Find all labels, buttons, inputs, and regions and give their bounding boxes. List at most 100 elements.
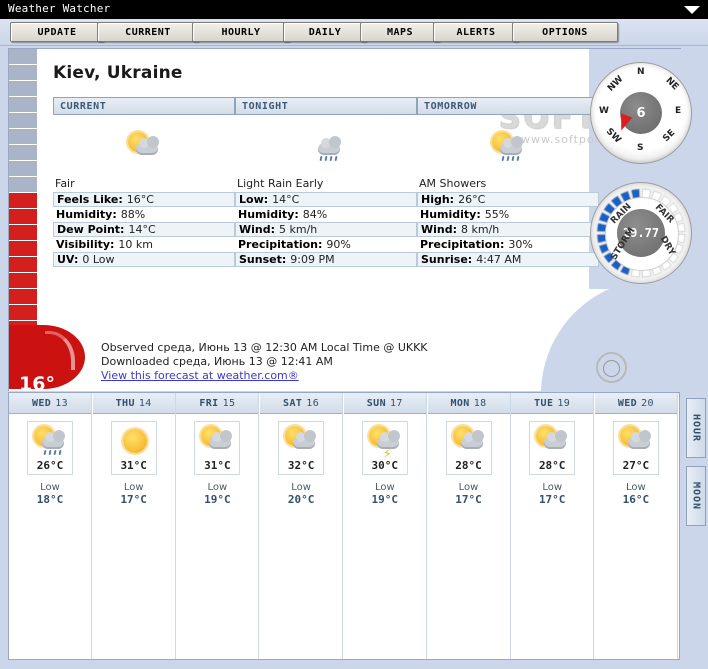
detail-value: 14°C — [128, 223, 156, 236]
current-conditions-panel: 16° Kiev, Ukraine SOFTPORTAL www.softpor… — [8, 48, 681, 391]
tab-moon-label: MOON — [690, 481, 702, 511]
forecast-dow: MON — [450, 397, 470, 409]
sun-cloud-icon — [449, 424, 489, 458]
condition-text: Light Rain Early — [237, 177, 324, 190]
forecast-low-label: Low — [542, 482, 563, 493]
toolbar-button-current[interactable]: CURRENT — [97, 22, 199, 42]
detail-row: Precipitation: 90% — [235, 237, 417, 252]
thermometer-segment — [9, 113, 37, 129]
detail-value: 8 km/h — [461, 223, 500, 236]
wind-compass-gauge: 6 N NE E SE S SW W NW — [590, 62, 692, 164]
tab-moon[interactable]: MOON — [686, 466, 706, 526]
detail-value: 84% — [302, 208, 328, 221]
forecast-day-column[interactable]: TUE 19 28°C Low 17°C — [511, 393, 595, 659]
forecast-low: 18°C — [36, 493, 64, 506]
column-header: TONIGHT — [235, 97, 417, 115]
tab-hour[interactable]: HOUR — [686, 398, 706, 458]
detail-value: 88% — [120, 208, 146, 221]
barometer-gauge: 29.77 RAIN FAIR DRY STORM — [590, 182, 692, 284]
observed-text: Observed среда, Июнь 13 @ 12:30 AM Local… — [101, 341, 428, 354]
chevron-down-icon[interactable] — [684, 6, 700, 14]
forecast-low-label: Low — [374, 482, 395, 493]
forecast-day-column[interactable]: SUN 17 ⚡ 30°C Low 19°C — [343, 393, 427, 659]
forecast-link[interactable]: View this forecast at weather.com® — [101, 369, 299, 382]
condition-text: Fair — [55, 177, 75, 190]
forecast-day-column[interactable]: FRI 15 31°C Low 19°C — [176, 393, 260, 659]
forecast-low-label: Low — [291, 482, 311, 493]
compass-label-se: SE — [661, 127, 678, 145]
toolbar-button-options[interactable]: OPTIONS — [512, 22, 618, 42]
sun-rain-cloud-icon — [488, 130, 528, 162]
forecast-day-column[interactable]: MON 18 28°C Low 17°C — [427, 393, 511, 659]
forecast-day-body: 27°C Low 16°C — [595, 414, 677, 506]
detail-row: UV: 0 Low — [53, 252, 235, 267]
detail-value: 5 km/h — [279, 223, 318, 236]
thermometer-segment — [9, 177, 37, 193]
detail-label: Low: — [239, 193, 269, 206]
detail-value: 30% — [508, 238, 533, 251]
thermometer-segment — [9, 65, 37, 81]
forecast-day-column[interactable]: THU 14 31°C Low 17°C — [92, 393, 176, 659]
compass-label-e: E — [675, 106, 682, 116]
forecast-day-header: SAT 16 — [260, 393, 343, 414]
detail-value: 14°C — [272, 193, 300, 206]
thermometer-segment — [9, 225, 37, 241]
detail-row: Wind: 5 km/h — [235, 222, 417, 237]
current-temperature: 16° — [19, 373, 55, 391]
toolbar-button-maps[interactable]: MAPS — [360, 22, 440, 42]
toolbar-button-update[interactable]: UPDATE — [10, 22, 104, 42]
forecast-day-column[interactable]: SAT 16 32°C Low 20°C — [260, 393, 344, 659]
forecast-low-label: Low — [40, 482, 60, 493]
thermometer-segment — [9, 161, 37, 177]
condition-text: AM Showers — [419, 177, 487, 190]
forecast-day-header: WED 20 — [594, 393, 677, 414]
daily-forecast-strip: WED 13 26°C Low 18°C THU 14 31°C Low 17°C FRI 15 31°… — [8, 392, 680, 660]
thermometer-segment — [9, 145, 37, 161]
thermometer-segment — [9, 305, 37, 321]
forecast-day-column[interactable]: WED 20 27°C Low 16°C — [594, 393, 678, 659]
thermometer-segment — [9, 257, 37, 273]
forecast-low: 17°C — [538, 493, 566, 506]
toolbar-button-hourly[interactable]: HOURLY — [192, 22, 290, 42]
thermometer-bulb: 16° — [9, 325, 85, 391]
forecast-column-tonight: TONIGHT Light Rain Early Low: 14°C Humidity:… — [235, 97, 417, 267]
thermometer-segment — [9, 241, 37, 257]
forecast-icon-box: 31°C — [110, 421, 157, 475]
forecast-dow: FRI — [199, 397, 219, 409]
detail-label: Humidity: — [420, 208, 481, 221]
forecast-day-body: 26°C Low 18°C — [9, 414, 91, 506]
tab-hour-label: HOUR — [690, 413, 702, 443]
forecast-day-body: ⚡ 30°C Low 19°C — [344, 414, 426, 506]
forecast-icon-box: 28°C — [445, 421, 492, 475]
column-header: TOMORROW — [417, 97, 599, 115]
detail-label: Feels Like: — [57, 193, 123, 206]
forecast-day-body: 28°C Low 17°C — [511, 414, 593, 506]
detail-row: Dew Point: 14°C — [53, 222, 235, 237]
forecast-dow: WED — [31, 397, 52, 409]
forecast-date: 14 — [138, 397, 152, 409]
detail-label: Precipitation: — [420, 238, 505, 251]
sun-cloud-icon — [616, 424, 656, 458]
compass-label-w: W — [599, 106, 609, 116]
column-weather-icon-wrap — [235, 115, 417, 177]
toolbar-button-daily[interactable]: DAILY — [283, 22, 367, 42]
forecast-day-column[interactable]: WED 13 26°C Low 18°C — [9, 393, 92, 659]
page-title: Kiev, Ukraine — [53, 63, 183, 83]
forecast-date: 20 — [641, 397, 654, 409]
moon-phase-icon[interactable]: ◯ — [596, 352, 627, 383]
toolbar-button-alerts[interactable]: ALERTS — [433, 22, 519, 42]
thermometer-segment — [9, 289, 37, 305]
haze-sun-icon — [124, 130, 164, 162]
bulb-highlight — [45, 331, 75, 370]
detail-label: Dew Point: — [57, 223, 125, 236]
forecast-high: 31°C — [204, 459, 231, 472]
forecast-high: 27°C — [622, 459, 650, 472]
forecast-low-label: Low — [626, 482, 646, 493]
forecast-column-tomorrow: TOMORROW AM Showers High: 26°C Humidity: 55% W… — [417, 97, 599, 267]
forecast-icon-box: 27°C — [612, 421, 659, 475]
forecast-day-body: 28°C Low 17°C — [428, 414, 510, 506]
detail-row: Visibility: 10 km — [53, 237, 235, 252]
downloaded-text: Downloaded среда, Июнь 13 @ 12:41 AM — [101, 355, 333, 368]
detail-row: Sunrise: 4:47 AM — [417, 252, 599, 267]
forecast-low: 19°C — [204, 493, 231, 506]
